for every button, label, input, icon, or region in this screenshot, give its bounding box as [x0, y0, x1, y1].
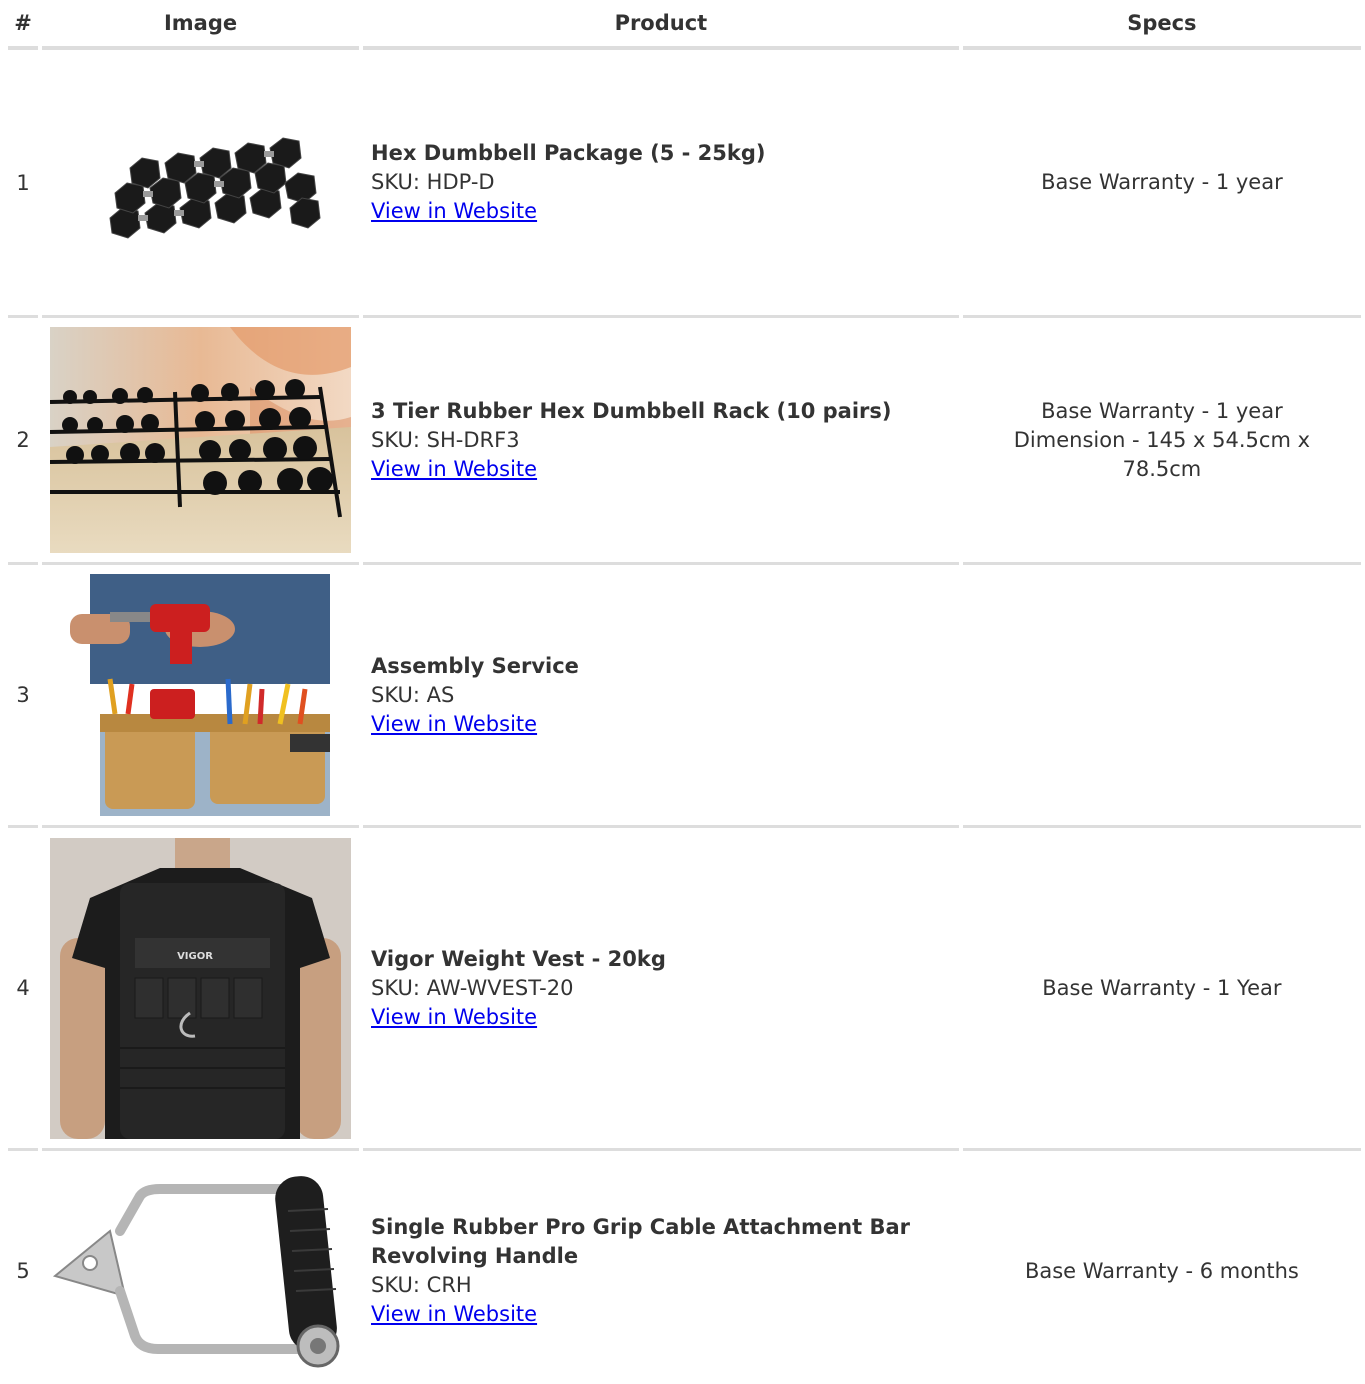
product-sku: SKU: HDP-D — [371, 170, 495, 194]
row-number: 3 — [8, 565, 39, 828]
row-number: 1 — [8, 50, 39, 318]
weight-vest-image: VIGOR — [50, 837, 352, 1139]
hex-dumbbells-image — [50, 102, 352, 263]
product-info-cell: Single Rubber Pro Grip Cable Attachment … — [363, 1151, 959, 1384]
product-name: Assembly Service — [371, 653, 579, 678]
view-in-website-link[interactable]: View in Website — [371, 710, 537, 739]
specs-cell: Base Warranty - 1 year Dimension - 145 x… — [962, 318, 1361, 565]
product-info-cell: Hex Dumbbell Package (5 - 25kg) SKU: HDP… — [363, 50, 959, 318]
product-sku: SKU: AS — [371, 682, 455, 707]
table-header-row: # Image Product Specs — [8, 0, 1361, 50]
specs-cell: Base Warranty - 6 months — [963, 1151, 1361, 1384]
product-info-cell: 3 Tier Rubber Hex Dumbbell Rack (10 pair… — [363, 318, 959, 565]
cable-handle-image — [50, 1171, 352, 1371]
product-sku: SKU: AW-WVEST-20 — [371, 975, 574, 1000]
product-name: 3 Tier Rubber Hex Dumbbell Rack (10 pair… — [371, 398, 892, 423]
dumbbell-rack-image — [50, 327, 352, 553]
specs-cell: Base Warranty - 1 year — [962, 50, 1361, 318]
table-row: 5 Single Rubber Pro Grip Cable Attachmen… — [8, 1151, 1361, 1384]
spec-line: Base Warranty - 1 Year — [1042, 975, 1282, 1000]
spec-line: Dimension - 145 x 54.5cm x 78.5cm — [1013, 427, 1311, 481]
table-row: 2 3 Tier Rubber Hex Dumbbell Rack (10 pa… — [8, 318, 1361, 565]
specs-cell — [962, 565, 1361, 828]
product-image-cell: VIGOR — [42, 828, 360, 1151]
view-in-website-link[interactable]: View in Website — [371, 1003, 537, 1032]
product-image-cell — [42, 565, 360, 828]
product-info-cell: Vigor Weight Vest - 20kg SKU: AW-WVEST-2… — [363, 828, 959, 1151]
product-sku: SKU: CRH — [371, 1273, 472, 1297]
table-row: 4 VIGOR Vigor Weight Vest - 20kg SKU: AW… — [8, 828, 1361, 1151]
row-number: 5 — [16, 1259, 30, 1283]
table-row: 1 Hex Dumbbell Package (5 - 25kg) SKU: H… — [8, 50, 1361, 318]
row-number: 4 — [8, 828, 39, 1151]
product-image-cell — [42, 50, 360, 318]
header-specs: Specs — [962, 0, 1361, 50]
view-in-website-link[interactable]: View in Website — [371, 455, 537, 484]
row-number: 2 — [8, 318, 39, 565]
product-image-cell — [42, 318, 360, 565]
vest-brand-label: VIGOR — [177, 951, 213, 962]
product-name: Vigor Weight Vest - 20kg — [371, 946, 666, 971]
spec-line: Base Warranty - 6 months — [1024, 1258, 1299, 1283]
header-image: Image — [42, 0, 360, 50]
header-product: Product — [363, 0, 959, 50]
specs-cell: Base Warranty - 1 Year — [962, 828, 1361, 1151]
header-number: # — [8, 0, 39, 50]
product-name: Hex Dumbbell Package (5 - 25kg) — [371, 141, 766, 165]
table-row: 3 Assembly Service SKU: AS View in Websi… — [8, 565, 1361, 828]
product-name: Single Rubber Pro Grip Cable Attachment … — [371, 1215, 911, 1268]
view-in-website-link[interactable]: View in Website — [371, 197, 537, 226]
tool-belt-image — [50, 574, 352, 816]
spec-line: Base Warranty - 1 year — [1041, 398, 1283, 423]
spec-line: Base Warranty - 1 year — [1041, 170, 1283, 194]
product-table: # Image Product Specs 1 Hex Dumbbell Pac… — [4, 0, 1365, 1384]
product-image-cell — [42, 1151, 359, 1384]
product-sku: SKU: SH-DRF3 — [371, 427, 520, 452]
product-info-cell: Assembly Service SKU: AS View in Website — [363, 565, 959, 828]
view-in-website-link[interactable]: View in Website — [371, 1300, 537, 1329]
